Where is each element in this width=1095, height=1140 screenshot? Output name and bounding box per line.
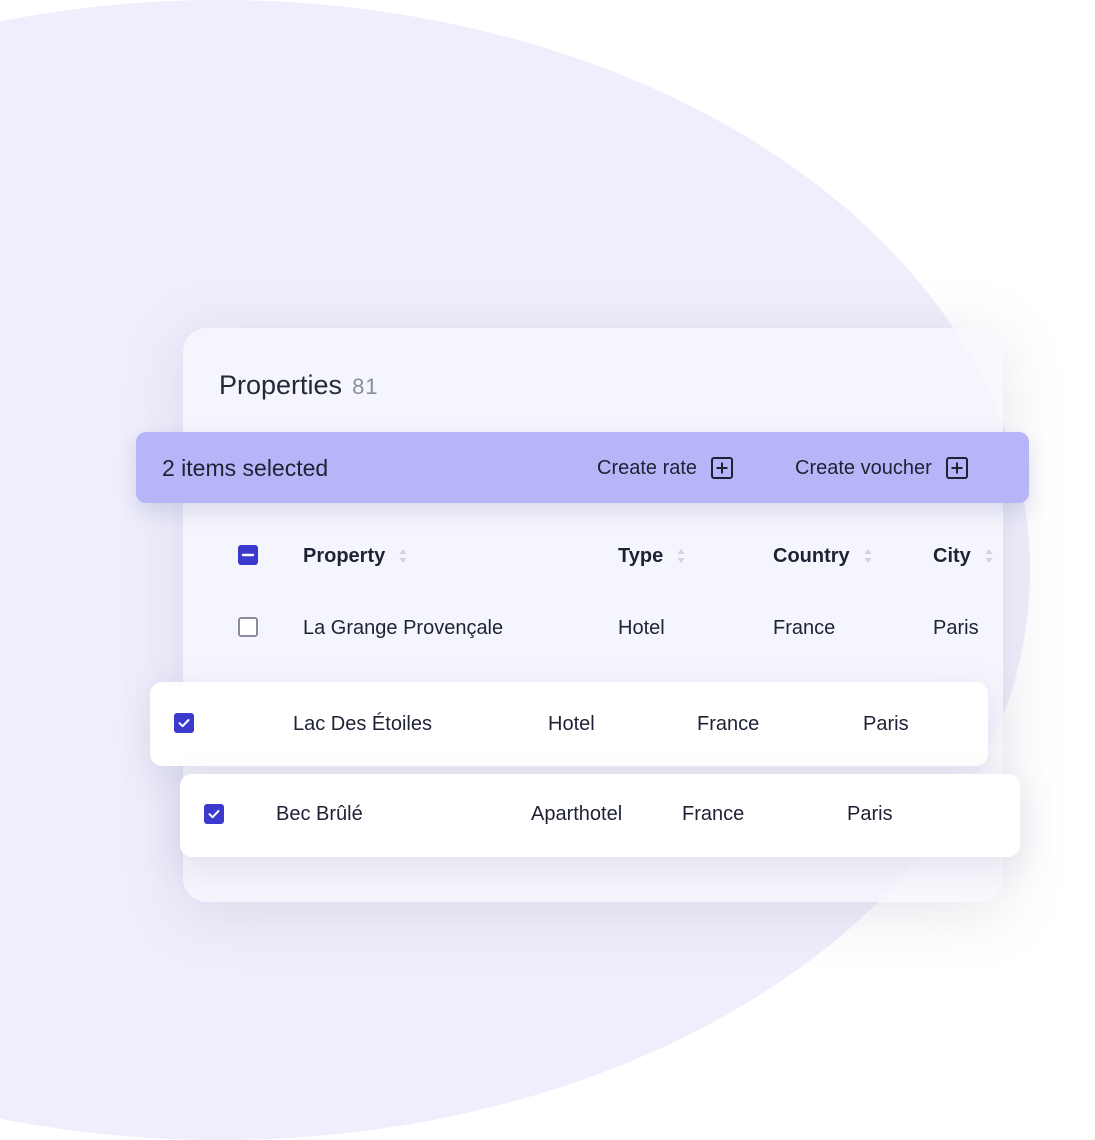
type-cell: Hotel xyxy=(618,617,665,639)
sort-icon xyxy=(864,549,872,563)
plus-square-icon xyxy=(945,457,968,479)
city-cell: Paris xyxy=(863,713,909,735)
page: Properties 81 2 items selected Create rat… xyxy=(0,0,1095,1140)
table-row[interactable]: Lac Des Étoiles Hotel France Paris xyxy=(150,682,988,766)
create-rate-button[interactable]: Create rate xyxy=(597,454,734,482)
sort-icon xyxy=(985,549,993,563)
sort-icon xyxy=(677,549,685,563)
property-name-cell: Lac Des Étoiles xyxy=(293,713,432,735)
properties-count-badge: 81 xyxy=(352,374,379,399)
plus-square-icon xyxy=(711,457,734,479)
minus-icon xyxy=(241,553,255,557)
country-cell: France xyxy=(697,713,760,735)
table-row[interactable]: Bec Brûlé Aparthotel France Paris xyxy=(180,774,1020,857)
sort-icon xyxy=(399,549,407,563)
city-cell: Paris xyxy=(933,617,979,639)
column-header-label: City xyxy=(933,545,971,567)
row-checkbox[interactable] xyxy=(204,804,224,824)
selection-count-label: 2 items selected xyxy=(162,455,329,481)
column-header-label: Type xyxy=(618,545,664,567)
country-cell: France xyxy=(682,803,745,825)
column-header-property[interactable]: Property xyxy=(303,543,407,569)
select-all-checkbox[interactable] xyxy=(238,545,258,565)
check-icon xyxy=(208,810,220,819)
country-cell: France xyxy=(773,617,836,639)
property-name-cell: Bec Brûlé xyxy=(276,803,363,825)
column-header-country[interactable]: Country xyxy=(773,543,872,569)
create-voucher-button[interactable]: Create voucher xyxy=(795,454,968,482)
city-cell: Paris xyxy=(847,803,893,825)
create-rate-label: Create rate xyxy=(597,456,698,479)
column-header-label: Country xyxy=(773,545,850,567)
row-checkbox[interactable] xyxy=(174,713,194,733)
page-title-text: Properties xyxy=(219,370,343,400)
column-header-label: Property xyxy=(303,545,386,567)
page-title: Properties 81 xyxy=(219,366,379,406)
property-name-cell: La Grange Provençale xyxy=(303,617,504,639)
type-cell: Aparthotel xyxy=(531,803,623,825)
column-header-type[interactable]: Type xyxy=(618,543,685,569)
column-header-city[interactable]: City xyxy=(933,543,993,569)
selection-bar: 2 items selected Create rate Create vouc… xyxy=(136,432,1029,503)
check-icon xyxy=(178,719,190,728)
type-cell: Hotel xyxy=(548,713,595,735)
create-voucher-label: Create voucher xyxy=(795,456,932,479)
row-checkbox[interactable] xyxy=(238,617,258,637)
